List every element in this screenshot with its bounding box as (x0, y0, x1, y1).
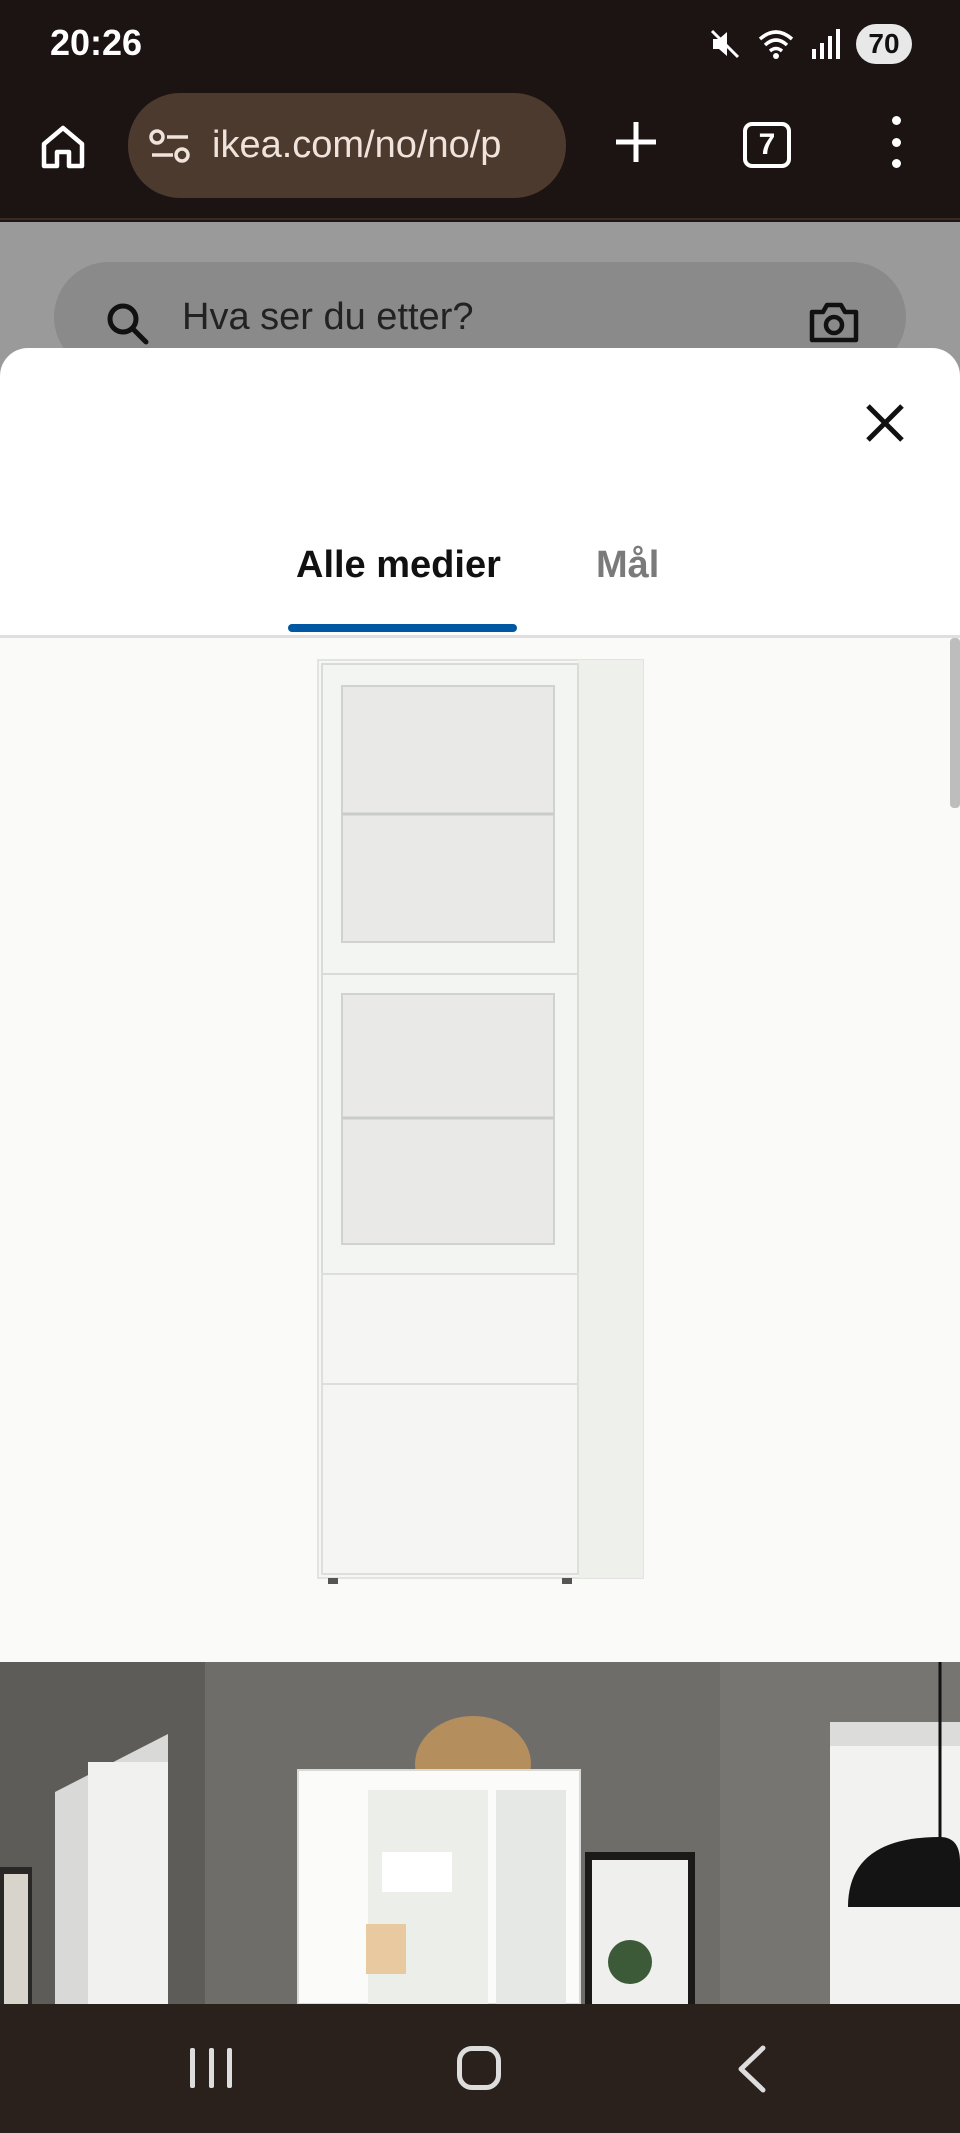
new-tab-button[interactable] (606, 112, 666, 172)
status-bar: 20:26 70 (0, 0, 960, 90)
browser-home-button[interactable] (34, 118, 92, 176)
cabinet-illustration (317, 659, 644, 1584)
status-time: 20:26 (50, 22, 143, 63)
room-illustration (0, 1662, 960, 2004)
media-modal: Alle medier Mål (0, 348, 960, 2004)
browser-toolbar: ikea.com/no/no/p 7 (0, 90, 960, 220)
recents-icon (190, 2048, 195, 2088)
mute-icon (710, 29, 740, 59)
back-button[interactable] (735, 2044, 767, 2099)
close-button[interactable] (862, 400, 908, 446)
address-bar[interactable]: ikea.com/no/no/p (128, 93, 566, 198)
site-settings-icon (149, 128, 190, 163)
battery-indicator: 70 (856, 24, 912, 64)
camera-icon[interactable] (808, 298, 860, 349)
close-icon (866, 404, 904, 442)
plus-icon (616, 122, 656, 162)
product-image[interactable] (0, 638, 960, 1662)
recents-button[interactable] (190, 2048, 232, 2088)
scrollbar-thumb[interactable] (950, 638, 960, 808)
nav-home-button[interactable] (457, 2046, 501, 2090)
tab-active-indicator (288, 624, 517, 632)
wifi-icon (758, 30, 794, 59)
tab-row: Alle medier Mål (0, 544, 960, 604)
tab-switcher-button[interactable]: 7 (743, 122, 791, 168)
search-placeholder: Hva ser du etter? (182, 296, 474, 338)
back-icon (738, 2045, 766, 2093)
signal-icon (812, 29, 840, 59)
media-gallery[interactable] (0, 638, 960, 2004)
status-icons: 70 (708, 24, 912, 64)
menu-icon-dot (891, 137, 901, 147)
menu-icon-dot (891, 116, 901, 125)
recents-icon (208, 2048, 214, 2088)
tab-dimensions[interactable]: Mål (596, 544, 659, 587)
menu-icon-dot (891, 159, 901, 168)
navigation-bar (0, 2004, 960, 2133)
room-image[interactable] (0, 1662, 960, 2004)
recents-icon (227, 2048, 232, 2088)
tab-all-media[interactable]: Alle medier (296, 544, 501, 587)
search-icon (104, 300, 150, 351)
url-text: ikea.com/no/no/p (212, 124, 502, 166)
home-icon (41, 125, 85, 169)
browser-menu-button[interactable] (876, 112, 916, 172)
